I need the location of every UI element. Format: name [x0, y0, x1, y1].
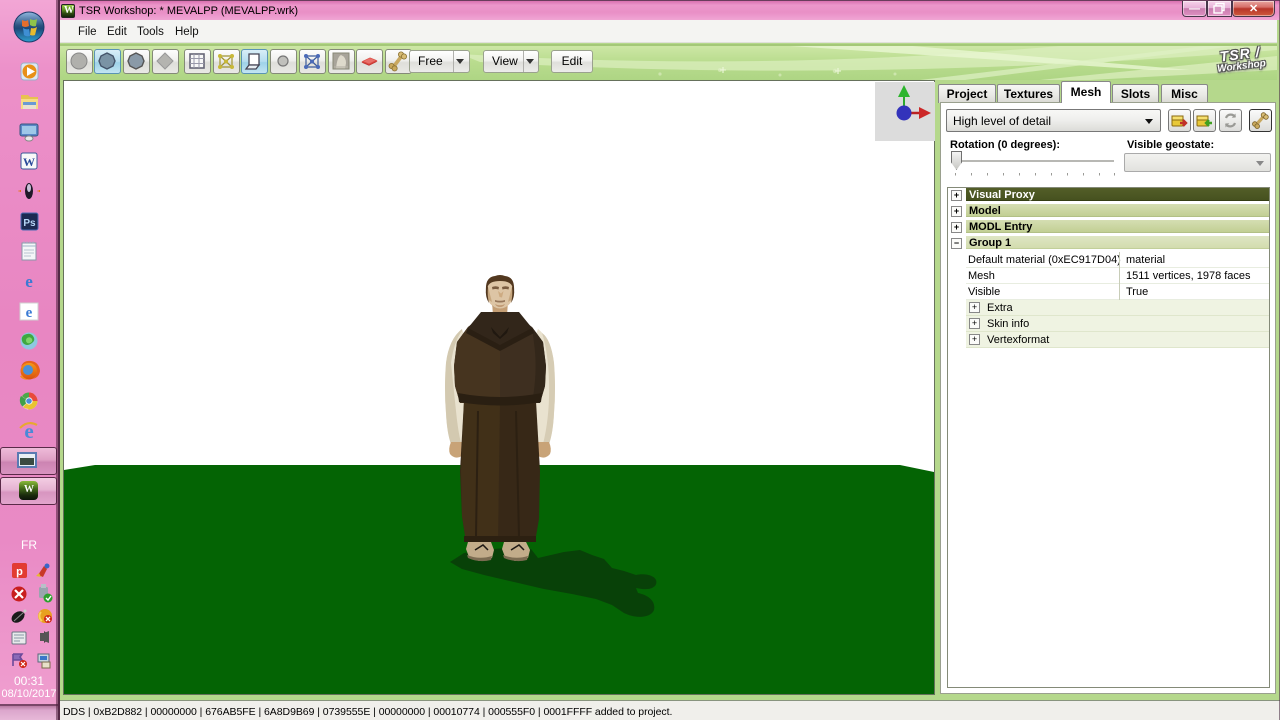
svg-text:e: e [26, 305, 33, 321]
svg-text:W: W [23, 155, 35, 169]
svg-text:p: p [16, 566, 23, 578]
svg-text:e: e [25, 272, 33, 291]
svg-text:Ps: Ps [23, 218, 36, 229]
